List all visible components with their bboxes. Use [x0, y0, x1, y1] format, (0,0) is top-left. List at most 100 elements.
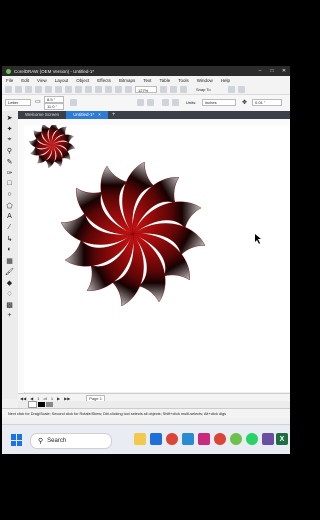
print-icon[interactable] — [35, 86, 42, 93]
menu-help[interactable]: Help — [217, 78, 234, 83]
import-icon[interactable] — [95, 86, 102, 93]
menu-object[interactable]: Object — [72, 78, 93, 83]
page-width-field[interactable]: 8.5 " — [44, 96, 64, 103]
nudge-icon: ✥ — [242, 100, 248, 106]
shape-tool-icon[interactable]: ✦ — [5, 124, 14, 133]
menu-layout[interactable]: Layout — [51, 78, 73, 83]
add-tab-icon[interactable]: + — [108, 112, 120, 118]
mail-icon[interactable] — [182, 433, 194, 445]
zoom-tool-icon[interactable]: ⚲ — [5, 146, 14, 155]
redo-icon[interactable] — [85, 86, 92, 93]
minimize-icon[interactable]: – — [254, 68, 266, 74]
settings-gear-icon[interactable] — [227, 86, 235, 93]
polygon-tool-icon[interactable]: ⬠ — [5, 201, 14, 210]
file-explorer-icon[interactable] — [134, 433, 146, 445]
portrait-icon[interactable] — [137, 99, 144, 106]
add-tool-icon[interactable]: + — [5, 311, 14, 320]
tab-close-icon[interactable]: × — [98, 112, 101, 117]
publish-pdf-icon[interactable] — [115, 86, 122, 93]
menu-table[interactable]: Table — [155, 78, 174, 83]
window-title: CorelDRAW (OEM Version) - Untitled-1* — [14, 68, 95, 74]
excel-icon[interactable]: X — [276, 433, 288, 445]
artistic-media-icon[interactable]: ✑ — [5, 168, 14, 177]
freehand-tool-icon[interactable]: ✎ — [5, 157, 14, 166]
page-of: of — [43, 395, 47, 401]
menu-view[interactable]: View — [33, 78, 51, 83]
open-icon[interactable] — [15, 86, 22, 93]
maximize-icon[interactable]: □ — [266, 68, 278, 74]
search-content-icon[interactable] — [125, 86, 132, 93]
window-controls: – □ ✕ — [254, 68, 290, 74]
new-document-icon[interactable] — [5, 86, 12, 93]
swatch-black[interactable] — [38, 402, 45, 407]
snap-to-dropdown[interactable]: Snap To — [196, 87, 211, 92]
text-tool-icon[interactable]: A — [5, 212, 14, 221]
tab-untitled-1[interactable]: Untitled-1* × — [66, 111, 108, 119]
coreldraw-logo-icon — [6, 68, 11, 74]
next-page-icon[interactable]: ▶ — [55, 396, 62, 401]
nudge-distance-field[interactable]: 0.01 " — [252, 99, 282, 106]
save-icon[interactable] — [25, 86, 32, 93]
pick-tool-icon[interactable]: ➤ — [5, 113, 14, 122]
transparency-tool-icon[interactable]: ▦ — [5, 256, 14, 265]
store-icon[interactable] — [198, 433, 210, 445]
page-size-icon: ▭ — [35, 99, 41, 105]
toolbox: ➤ ✦ ⌖ ⚲ ✎ ✑ □ ○ ⬠ A ⁄ ↳ ◐ ▦ 🖌 ◆ ♢ ▩ + — [2, 111, 19, 399]
tab-welcome-screen[interactable]: Welcome Screen — [18, 111, 66, 119]
menu-window[interactable]: Window — [193, 78, 217, 83]
units-select[interactable]: inches — [202, 99, 236, 106]
page-height-field[interactable]: 11.0 " — [44, 103, 64, 110]
last-page-icon[interactable]: ▶▶ — [62, 396, 72, 401]
document-palette — [18, 401, 290, 408]
menu-file[interactable]: File — [2, 78, 17, 83]
whatsapp-icon[interactable] — [246, 433, 258, 445]
coreldraw-taskbar-icon[interactable] — [230, 433, 242, 445]
prev-page-icon[interactable]: ◀ — [28, 396, 35, 401]
first-page-icon[interactable]: ◀◀ — [18, 396, 28, 401]
menu-edit[interactable]: Edit — [17, 78, 33, 83]
close-icon[interactable]: ✕ — [278, 68, 290, 74]
ellipse-tool-icon[interactable]: ○ — [5, 190, 14, 199]
rectangle-tool-icon[interactable]: □ — [5, 179, 14, 188]
flower-graphic[interactable] — [58, 159, 208, 309]
menu-effects[interactable]: Effects — [93, 78, 115, 83]
menu-tools[interactable]: Tools — [174, 78, 193, 83]
windows-taskbar: ⚲ Search X — [2, 424, 290, 454]
chrome-icon[interactable] — [166, 433, 178, 445]
smart-fill-icon[interactable]: ♢ — [5, 289, 14, 298]
grid-icon[interactable] — [180, 86, 187, 93]
app-icon[interactable] — [262, 433, 274, 445]
zoom-level-field[interactable]: 127% — [135, 86, 157, 93]
parallel-dimension-icon[interactable]: ⁄ — [5, 223, 14, 232]
chrome-profile-icon[interactable] — [214, 433, 226, 445]
windows-start-icon[interactable] — [11, 434, 23, 446]
current-page-icon[interactable] — [172, 99, 179, 106]
page-size-select[interactable]: Letter — [5, 99, 31, 106]
pages-icon[interactable] — [70, 99, 77, 106]
mesh-fill-icon[interactable]: ▩ — [5, 300, 14, 309]
swatch-gray[interactable] — [46, 402, 53, 407]
drawing-canvas[interactable] — [24, 121, 290, 392]
connector-tool-icon[interactable]: ↳ — [5, 234, 14, 243]
menu-bitmaps[interactable]: Bitmaps — [115, 78, 139, 83]
taskbar-search[interactable]: ⚲ Search — [30, 433, 112, 449]
small-flower-graphic[interactable] — [28, 121, 76, 169]
full-screen-icon[interactable] — [160, 86, 167, 93]
cut-icon[interactable] — [45, 86, 52, 93]
search-placeholder: Search — [47, 438, 67, 444]
edge-icon[interactable] — [150, 433, 162, 445]
landscape-icon[interactable] — [147, 99, 154, 106]
undo-icon[interactable] — [75, 86, 82, 93]
paste-icon[interactable] — [65, 86, 72, 93]
blend-tool-icon[interactable]: ◐ — [5, 245, 14, 254]
launch-icon[interactable] — [237, 86, 245, 93]
eyedropper-tool-icon[interactable]: 🖌 — [5, 267, 14, 276]
rulers-icon[interactable] — [170, 86, 177, 93]
copy-icon[interactable] — [55, 86, 62, 93]
crop-tool-icon[interactable]: ⌖ — [5, 135, 14, 144]
export-icon[interactable] — [105, 86, 112, 93]
interactive-fill-icon[interactable]: ◆ — [5, 278, 14, 287]
menu-text[interactable]: Text — [139, 78, 155, 83]
swatch-white[interactable] — [28, 401, 37, 408]
all-pages-icon[interactable] — [162, 99, 169, 106]
